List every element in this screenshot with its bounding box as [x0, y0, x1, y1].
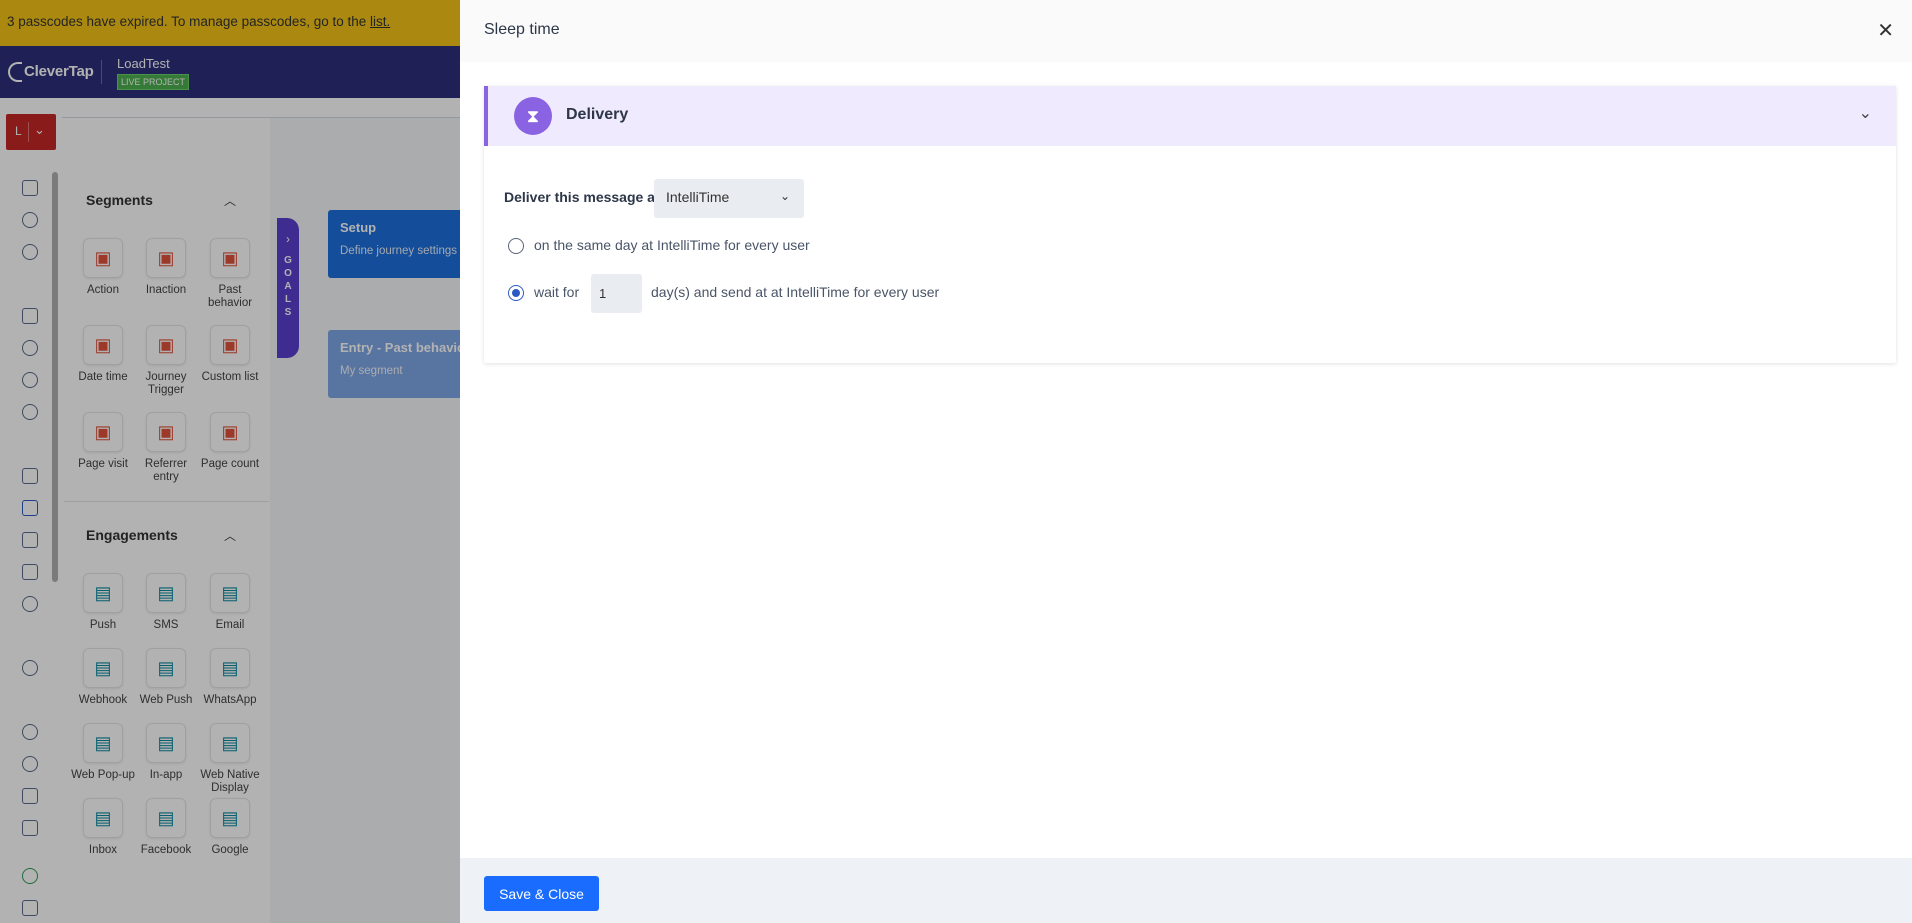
deliver-at-label: Deliver this message at	[504, 189, 660, 205]
hourglass-icon: ⧗	[514, 97, 552, 135]
delivery-card: ⧗ Delivery ⌄ Deliver this message at Int…	[484, 86, 1896, 363]
panel-footer: Save & Close	[460, 858, 1912, 923]
panel-header: Sleep time ✕	[460, 0, 1912, 62]
wait-days-input[interactable]	[591, 274, 642, 313]
deliver-at-select[interactable]: IntelliTime ⌄	[654, 179, 804, 218]
close-icon[interactable]: ✕	[1877, 18, 1894, 43]
chevron-down-icon[interactable]: ⌄	[1859, 103, 1872, 123]
same-day-label: on the same day at IntelliTime for every…	[534, 237, 810, 253]
panel-title: Sleep time	[484, 21, 560, 38]
delivery-header[interactable]: ⧗ Delivery ⌄	[484, 86, 1896, 146]
wait-days-radio[interactable]	[508, 285, 524, 301]
sleep-time-panel: Sleep time ✕ ⧗ Delivery ⌄ Deliver this m…	[460, 0, 1912, 923]
wait-for-label: wait for	[534, 284, 580, 300]
wait-days-suffix: day(s) and send at at IntelliTime for ev…	[651, 284, 940, 300]
deliver-at-value: IntelliTime	[666, 189, 730, 205]
modal-backdrop[interactable]	[0, 0, 460, 923]
save-close-button[interactable]: Save & Close	[484, 876, 599, 911]
chevron-down-icon: ⌄	[779, 189, 790, 203]
same-day-radio[interactable]	[508, 238, 524, 254]
delivery-title: Delivery	[566, 106, 629, 123]
